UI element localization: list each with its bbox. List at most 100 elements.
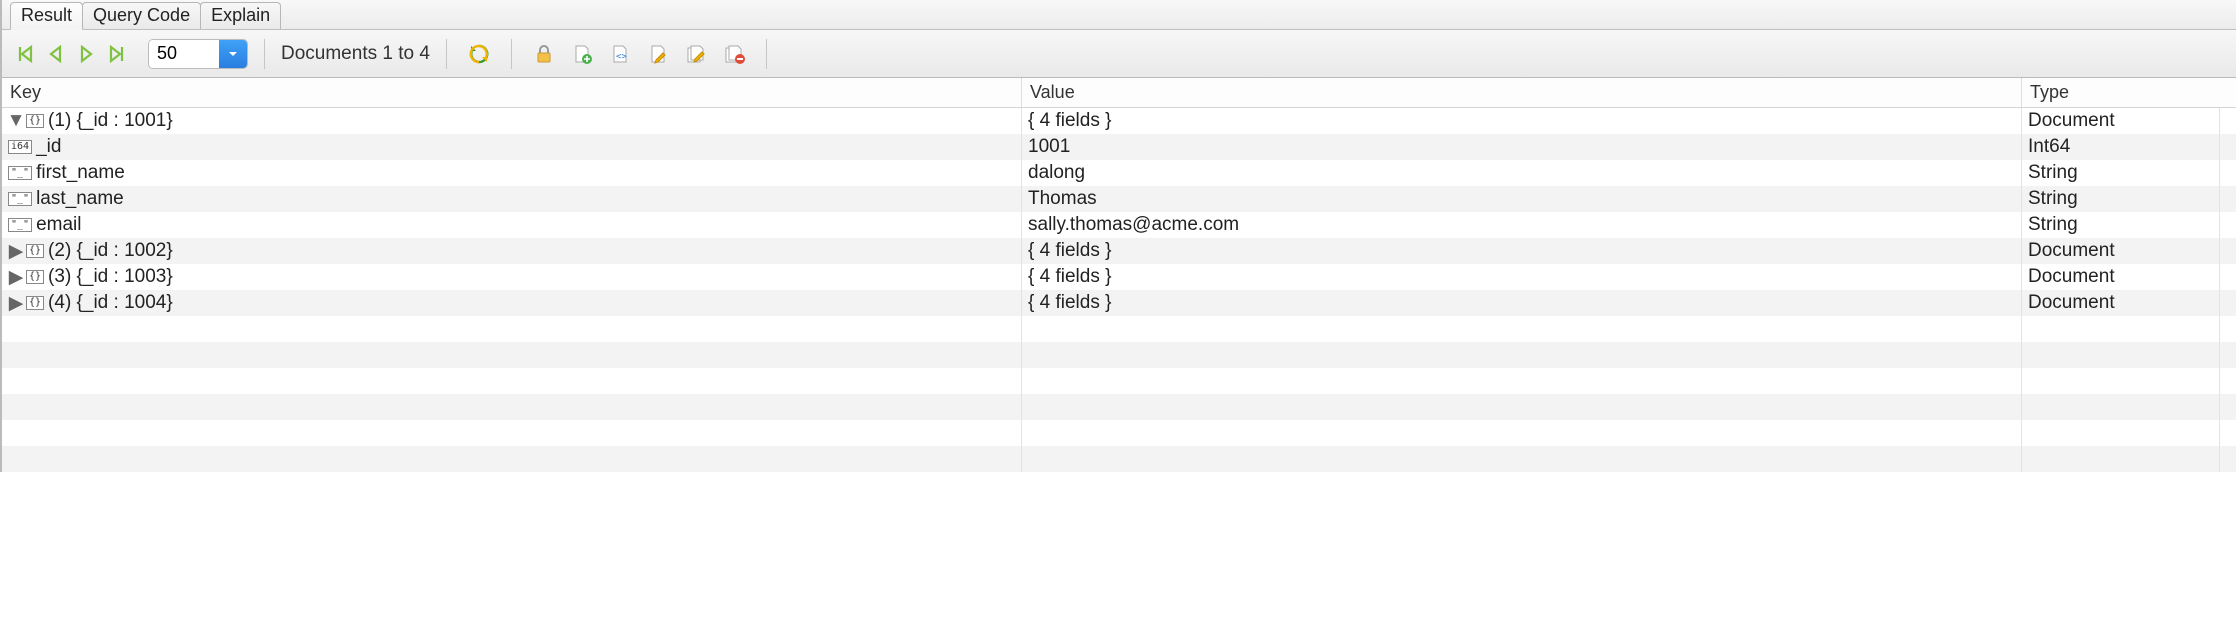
- delete-documents-icon[interactable]: [722, 42, 746, 66]
- documents-range-label: Documents 1 to 4: [281, 43, 430, 65]
- cell-key[interactable]: i64_id: [2, 134, 1022, 160]
- column-header-type[interactable]: Type: [2022, 78, 2220, 107]
- table-row[interactable]: [2, 420, 2236, 446]
- cell-value[interactable]: { 4 fields }: [1022, 238, 2022, 264]
- value-text: { 4 fields }: [1028, 266, 1111, 288]
- type-text: Document: [2028, 266, 2115, 288]
- table-row[interactable]: ▶{}(3) {_id : 1003} { 4 fields } Document: [2, 264, 2236, 290]
- column-header-key[interactable]: Key: [2, 78, 1022, 107]
- type-text: String: [2028, 214, 2078, 236]
- table-row[interactable]: "_" email sally.thomas@acme.com String: [2, 212, 2236, 238]
- next-page-icon[interactable]: [74, 42, 98, 66]
- table-row[interactable]: [2, 342, 2236, 368]
- cell-value[interactable]: [1022, 368, 2022, 394]
- cell-key[interactable]: [2, 446, 1022, 472]
- tabs-bar: Result Query Code Explain: [2, 0, 2236, 30]
- edit-documents-icon[interactable]: [684, 42, 708, 66]
- page-size-combo[interactable]: [148, 39, 248, 69]
- table-row[interactable]: [2, 316, 2236, 342]
- cell-value[interactable]: [1022, 342, 2022, 368]
- table-row[interactable]: [2, 446, 2236, 472]
- table-row[interactable]: i64_id1001 Int64: [2, 134, 2236, 160]
- cell-type: Document: [2022, 108, 2220, 134]
- grid-body: ▼{}(1) {_id : 1001}{ 4 fields }Documenti…: [2, 108, 2236, 472]
- key-text: last_name: [36, 188, 124, 210]
- cell-type: [2022, 342, 2220, 368]
- cell-value[interactable]: dalong: [1022, 160, 2022, 186]
- separator: [766, 39, 767, 69]
- cell-type: [2022, 394, 2220, 420]
- lock-icon[interactable]: [532, 42, 556, 66]
- page-size-dropdown-icon[interactable]: [219, 40, 247, 68]
- view-document-icon[interactable]: <>: [608, 42, 632, 66]
- table-row[interactable]: ▶{}(4) {_id : 1004}{ 4 fields }Document: [2, 290, 2236, 316]
- refresh-icon[interactable]: [467, 42, 491, 66]
- string-type-icon: "_": [8, 218, 32, 232]
- value-text: { 4 fields }: [1028, 110, 1111, 132]
- table-row[interactable]: [2, 394, 2236, 420]
- value-text: Thomas: [1028, 188, 1097, 210]
- tab-query-code[interactable]: Query Code: [82, 2, 201, 29]
- table-row[interactable]: "_"last_name Thomas String: [2, 186, 2236, 212]
- cell-value[interactable]: Thomas: [1022, 186, 2022, 212]
- cell-key[interactable]: [2, 368, 1022, 394]
- expand-icon[interactable]: ▶: [8, 292, 24, 315]
- page-size-input[interactable]: [149, 40, 219, 68]
- tab-result[interactable]: Result: [10, 2, 83, 30]
- cell-type: Document: [2022, 290, 2220, 316]
- cell-value[interactable]: { 4 fields }: [1022, 290, 2022, 316]
- value-text: { 4 fields }: [1028, 240, 1111, 262]
- type-text: Int64: [2028, 136, 2070, 158]
- last-page-icon[interactable]: [104, 42, 128, 66]
- table-row[interactable]: ▼{}(1) {_id : 1001} { 4 fields } Document: [2, 108, 2236, 134]
- cell-key[interactable]: [2, 342, 1022, 368]
- key-text: (3) {_id : 1003}: [48, 266, 173, 288]
- cell-key[interactable]: "_"last_name: [2, 186, 1022, 212]
- add-document-icon[interactable]: [570, 42, 594, 66]
- toolbar: Documents 1 to 4 <>: [2, 30, 2236, 78]
- cell-type: Document: [2022, 264, 2220, 290]
- prev-page-icon[interactable]: [44, 42, 68, 66]
- result-grid: Key Value Type ▼{}(1) {_id : 1001} { 4 fi…: [2, 78, 2236, 472]
- cell-value[interactable]: [1022, 446, 2022, 472]
- first-page-icon[interactable]: [14, 42, 38, 66]
- edit-document-icon[interactable]: [646, 42, 670, 66]
- cell-value[interactable]: sally.thomas@acme.com: [1022, 212, 2022, 238]
- expand-icon[interactable]: ▶: [8, 240, 24, 263]
- object-type-icon: {}: [26, 244, 44, 258]
- cell-key[interactable]: ▶{}(3) {_id : 1003}: [2, 264, 1022, 290]
- tab-explain[interactable]: Explain: [200, 2, 281, 29]
- cell-type: [2022, 420, 2220, 446]
- separator: [511, 39, 512, 69]
- expand-icon[interactable]: ▶: [8, 266, 24, 289]
- cell-key[interactable]: "_"first_name: [2, 160, 1022, 186]
- separator: [264, 39, 265, 69]
- object-type-icon: {}: [26, 114, 44, 128]
- cell-value[interactable]: [1022, 316, 2022, 342]
- cell-type: String: [2022, 212, 2220, 238]
- cell-value[interactable]: [1022, 394, 2022, 420]
- table-row[interactable]: [2, 368, 2236, 394]
- cell-key[interactable]: ▶{}(2) {_id : 1002}: [2, 238, 1022, 264]
- type-text: String: [2028, 188, 2078, 210]
- cell-key[interactable]: ▼{}(1) {_id : 1001}: [2, 108, 1022, 134]
- cell-key[interactable]: "_" email: [2, 212, 1022, 238]
- cell-key[interactable]: [2, 394, 1022, 420]
- type-text: Document: [2028, 240, 2115, 262]
- cell-value[interactable]: [1022, 420, 2022, 446]
- cell-value[interactable]: { 4 fields }: [1022, 108, 2022, 134]
- cell-key[interactable]: [2, 316, 1022, 342]
- cell-value[interactable]: 1001: [1022, 134, 2022, 160]
- table-row[interactable]: ▶{}(2) {_id : 1002} { 4 fields } Document: [2, 238, 2236, 264]
- cell-key[interactable]: [2, 420, 1022, 446]
- cell-key[interactable]: ▶{}(4) {_id : 1004}: [2, 290, 1022, 316]
- value-text: sally.thomas@acme.com: [1028, 214, 1239, 236]
- grid-header: Key Value Type: [2, 78, 2236, 108]
- column-header-value[interactable]: Value: [1022, 78, 2022, 107]
- separator: [446, 39, 447, 69]
- cell-type: Document: [2022, 238, 2220, 264]
- key-text: email: [36, 214, 81, 236]
- collapse-icon[interactable]: ▼: [8, 110, 24, 132]
- cell-value[interactable]: { 4 fields }: [1022, 264, 2022, 290]
- table-row[interactable]: "_"first_namedalongString: [2, 160, 2236, 186]
